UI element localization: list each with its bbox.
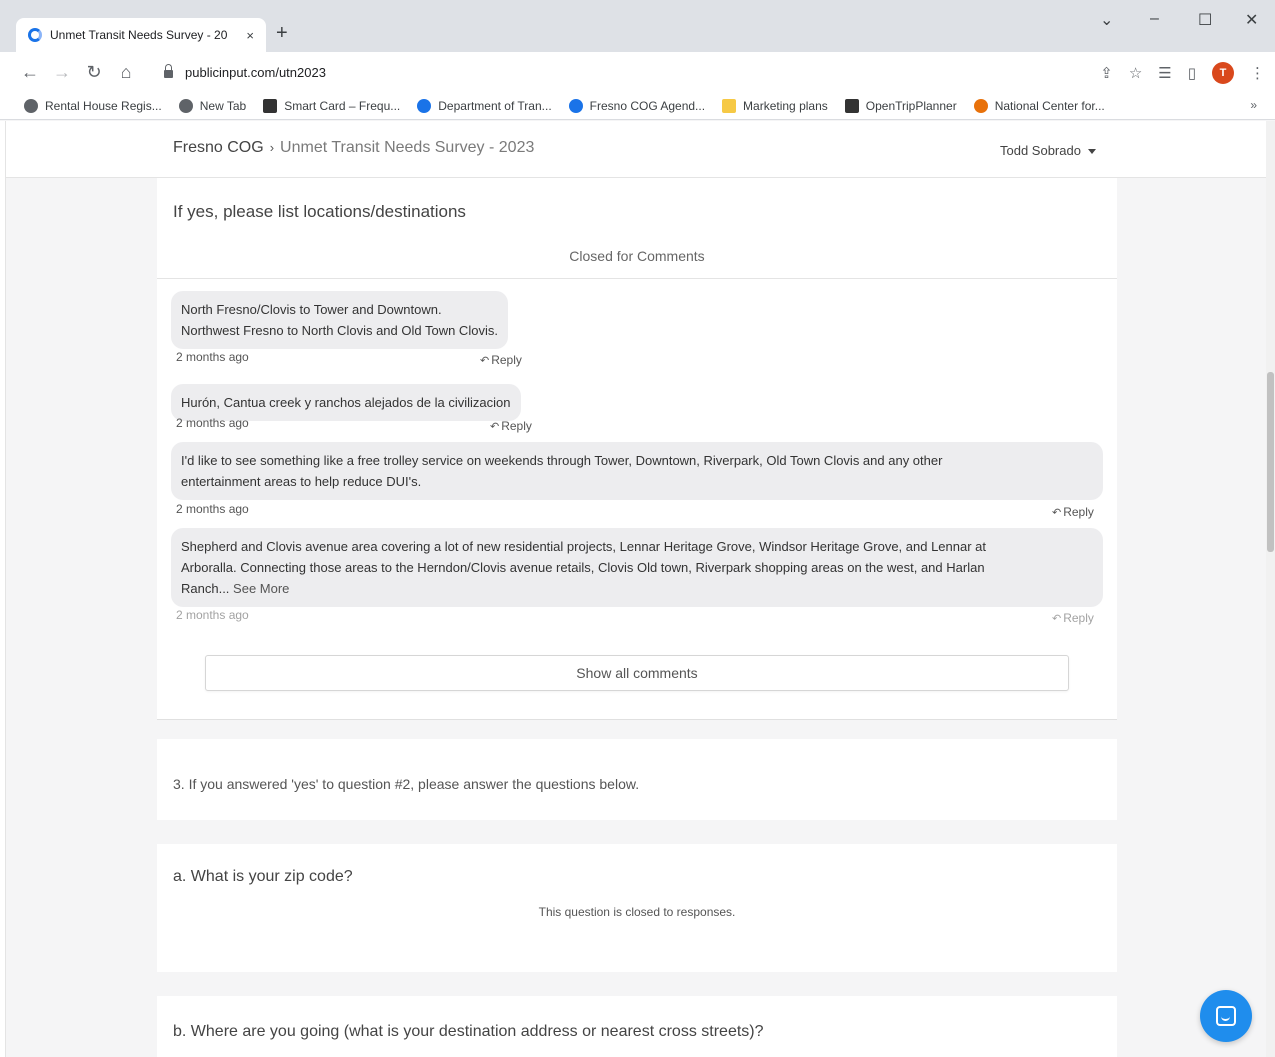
breadcrumb-home-link[interactable]: Fresno COG xyxy=(173,139,264,156)
comment-timestamp: 2 months ago xyxy=(176,416,249,430)
bookmark-opentripplanner[interactable]: OpenTripPlanner xyxy=(844,98,957,113)
comment-timestamp: 2 months ago xyxy=(176,502,249,516)
reply-arrow-icon: ↶ xyxy=(480,355,490,367)
maximize-button[interactable]: ☐ xyxy=(1198,10,1212,30)
question-card-locations: If yes, please list locations/destinatio… xyxy=(157,178,1117,720)
toolbar-actions: ⇪ ☆ ☰ ▯ T ⋮ xyxy=(1100,62,1265,84)
bookmark-star-icon[interactable]: ☆ xyxy=(1129,64,1142,82)
minimize-button[interactable]: – xyxy=(1150,10,1159,28)
caret-down-icon xyxy=(1087,149,1096,155)
comment-timestamp: 2 months ago xyxy=(176,608,249,622)
question-card-destination: b. Where are you going (what is your des… xyxy=(157,996,1117,1057)
reply-arrow-icon: ↶ xyxy=(1052,613,1062,625)
show-all-comments-button[interactable]: Show all comments xyxy=(205,655,1069,691)
chat-button[interactable] xyxy=(1200,990,1252,1042)
reading-list-icon[interactable]: ☰ xyxy=(1158,64,1171,82)
question-card-3: 3. If you answered 'yes' to question #2,… xyxy=(157,739,1117,820)
share-icon[interactable]: ⇪ xyxy=(1100,64,1113,82)
bookmark-fresno-cog[interactable]: Fresno COG Agend... xyxy=(568,98,705,113)
otp-icon xyxy=(844,98,859,113)
scrollbar-thumb[interactable] xyxy=(1267,372,1274,552)
tab-title: Unmet Transit Needs Survey - 20 xyxy=(50,28,228,42)
browser-tab-strip: Unmet Transit Needs Survey - 20 × + ⌄ – … xyxy=(0,0,1275,52)
nctr-icon xyxy=(973,98,988,113)
survey-content: If yes, please list locations/destinatio… xyxy=(0,178,1275,1057)
breadcrumb: Fresno COG › Unmet Transit Needs Survey - … xyxy=(173,139,534,157)
globe-icon xyxy=(178,98,193,113)
home-icon[interactable]: ⌂ xyxy=(110,62,142,83)
dot-logo-icon xyxy=(417,98,432,113)
comment-bubble: I'd like to see something like a free tr… xyxy=(171,442,1103,500)
reply-button[interactable]: ↶ Reply xyxy=(1052,611,1094,625)
url-text[interactable]: publicinput.com/utn2023 xyxy=(185,65,326,80)
comment-bubble: North Fresno/Clovis to Tower and Downtow… xyxy=(171,291,508,349)
bookmark-marketing-plans[interactable]: Marketing plans xyxy=(722,98,828,113)
question-title: a. What is your zip code? xyxy=(173,868,353,885)
bookmarks-bar: Rental House Regis... New Tab Smart Card… xyxy=(0,92,1275,120)
divider xyxy=(157,278,1117,279)
closed-to-responses-label: This question is closed to responses. xyxy=(538,905,736,919)
tab-close-icon[interactable]: × xyxy=(246,28,254,43)
chevron-right-icon: › xyxy=(269,140,275,155)
reply-arrow-icon: ↶ xyxy=(1052,507,1062,519)
side-panel-icon[interactable]: ▯ xyxy=(1188,64,1196,82)
fresno-cog-icon xyxy=(568,98,583,113)
user-menu[interactable]: Todd Sobrado xyxy=(1000,143,1096,158)
bookmarks-overflow-icon[interactable]: » xyxy=(1250,98,1257,112)
bookmark-new-tab[interactable]: New Tab xyxy=(178,98,246,113)
r-logo-icon xyxy=(263,98,278,113)
menu-kebab-icon[interactable]: ⋮ xyxy=(1250,64,1265,82)
question-card-zip: a. What is your zip code? This question … xyxy=(157,844,1117,972)
tab-loading-icon xyxy=(28,28,42,42)
see-more-link[interactable]: See More xyxy=(233,581,289,596)
bookmark-smart-card[interactable]: Smart Card – Frequ... xyxy=(263,98,400,113)
reply-button[interactable]: ↶ Reply xyxy=(490,419,532,433)
site-header: Fresno COG › Unmet Transit Needs Survey - … xyxy=(0,121,1275,178)
comment-item: Shepherd and Clovis avenue area covering… xyxy=(171,528,1103,607)
question-title: 3. If you answered 'yes' to question #2,… xyxy=(173,776,640,792)
bookmark-rental-house[interactable]: Rental House Regis... xyxy=(24,98,162,113)
comment-item: I'd like to see something like a free tr… xyxy=(171,442,1103,500)
bookmark-dept-transportation[interactable]: Department of Tran... xyxy=(417,98,552,113)
bookmark-national-center[interactable]: National Center for... xyxy=(973,98,1105,113)
browser-tab[interactable]: Unmet Transit Needs Survey - 20 × xyxy=(16,18,266,52)
closed-for-comments-label: Closed for Comments xyxy=(569,248,705,264)
comment-item: North Fresno/Clovis to Tower and Downtow… xyxy=(171,291,508,349)
browser-toolbar: ← → ↻ ⌂ publicinput.com/utn2023 ⇪ ☆ ☰ ▯ … xyxy=(0,52,1275,92)
lock-icon[interactable] xyxy=(164,64,173,78)
question-title: If yes, please list locations/destinatio… xyxy=(173,202,466,221)
question-title: b. Where are you going (what is your des… xyxy=(173,1023,764,1040)
profile-avatar[interactable]: T xyxy=(1212,62,1234,84)
breadcrumb-current[interactable]: Unmet Transit Needs Survey - 2023 xyxy=(280,139,534,156)
new-tab-button[interactable]: + xyxy=(276,22,288,45)
reply-button[interactable]: ↶ Reply xyxy=(1052,505,1094,519)
user-name: Todd Sobrado xyxy=(1000,143,1081,158)
back-arrow-icon[interactable]: ← xyxy=(14,62,46,83)
reply-arrow-icon: ↶ xyxy=(490,421,500,433)
tab-search-icon[interactable]: ⌄ xyxy=(1100,10,1113,30)
close-window-button[interactable]: ✕ xyxy=(1245,10,1258,30)
forward-arrow-icon[interactable]: → xyxy=(46,62,78,83)
chat-icon xyxy=(1216,1006,1236,1026)
globe-icon xyxy=(24,98,38,113)
comment-timestamp: 2 months ago xyxy=(176,350,249,364)
reload-icon[interactable]: ↻ xyxy=(78,62,110,83)
reply-button[interactable]: ↶ Reply xyxy=(480,353,522,367)
comment-bubble: Shepherd and Clovis avenue area covering… xyxy=(171,528,1103,607)
address-bar[interactable]: publicinput.com/utn2023 xyxy=(150,57,1250,87)
scrollbar-track[interactable] xyxy=(1266,121,1275,1057)
folder-icon xyxy=(722,98,737,113)
